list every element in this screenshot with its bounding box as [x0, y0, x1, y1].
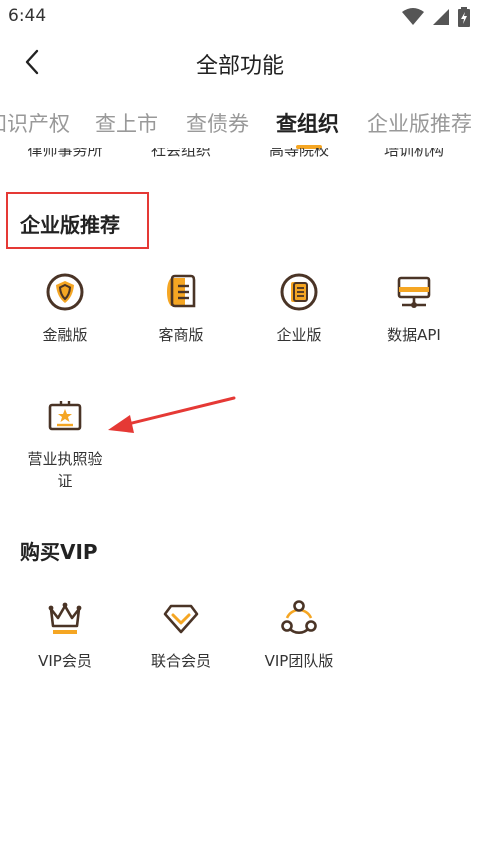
grid-item-label: 联合会员: [150, 652, 211, 670]
license-star-icon: [48, 401, 82, 431]
grid-item-merchant[interactable]: 客商版: [121, 272, 241, 346]
header: 全部功能: [0, 34, 480, 90]
grid-item-data-api[interactable]: 数据API: [354, 272, 474, 346]
status-icons: [402, 7, 470, 27]
grid-item-label: VIP会员: [38, 652, 92, 670]
grid-item-label: 企业版: [276, 326, 322, 344]
list-item[interactable]: 培训机构: [354, 148, 474, 160]
grid-item-finance[interactable]: 金融版: [5, 272, 125, 346]
tab-listed[interactable]: 查上市: [95, 108, 158, 138]
grid-item-enterprise[interactable]: 企业版: [239, 272, 359, 346]
list-item[interactable]: 高等院校: [239, 148, 359, 160]
tab-organizations[interactable]: 查组织: [276, 108, 339, 138]
finance-shield-icon: [46, 273, 84, 311]
wifi-icon: [402, 8, 424, 25]
clipped-row: 律师事务所 社会组织 高等院校 培训机构: [0, 148, 480, 164]
list-item[interactable]: 律师事务所: [5, 148, 125, 160]
status-time: 6:44: [8, 6, 47, 26]
tab-bonds[interactable]: 查债券: [186, 108, 249, 138]
grid-item-joint-member[interactable]: 联合会员: [121, 598, 241, 672]
grid-item-license-verify[interactable]: 营业执照验证: [5, 396, 125, 492]
page-title: 全部功能: [195, 54, 284, 79]
category-tabs: 知识产权 查上市 查债券 查组织 企业版推荐: [0, 92, 480, 152]
tab-enterprise-recommend[interactable]: 企业版推荐: [367, 108, 472, 138]
diamond-icon: [163, 604, 199, 634]
grid-item-label: 数据API: [387, 326, 441, 344]
list-item[interactable]: 社会组织: [121, 148, 241, 160]
grid-item-label: 客商版: [158, 326, 204, 344]
tab-intellectual-property[interactable]: 知识产权: [0, 108, 70, 138]
signal-icon: [433, 9, 449, 25]
team-nodes-icon: [281, 600, 317, 634]
grid-item-label: VIP团队版: [264, 652, 334, 670]
status-bar: 6:44: [0, 0, 480, 34]
battery-icon: [458, 7, 470, 27]
data-server-icon: [397, 276, 431, 308]
grid-item-label: 营业执照验证: [27, 450, 103, 490]
section-title-enterprise: 企业版推荐: [20, 213, 120, 237]
crown-icon: [48, 602, 82, 634]
merchant-document-icon: [167, 274, 196, 308]
grid-item-label: 金融版: [42, 326, 88, 344]
grid-item-vip-member[interactable]: VIP会员: [5, 598, 125, 672]
section-title-vip: 购买VIP: [20, 540, 98, 564]
grid-item-vip-team[interactable]: VIP团队版: [239, 598, 359, 672]
enterprise-shield-icon: [280, 273, 318, 311]
